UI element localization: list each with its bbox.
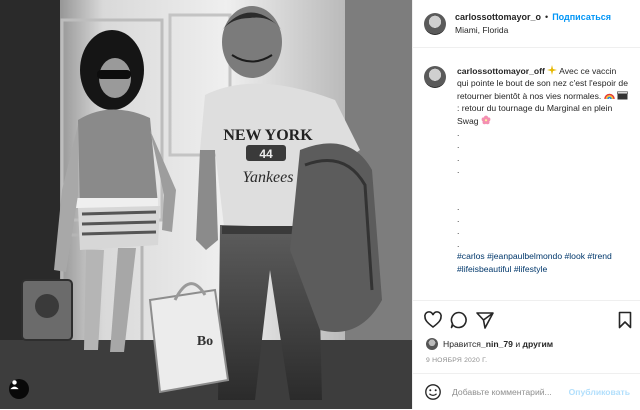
user-tag-icon	[10, 380, 19, 390]
photo-artwork: NEW YORK 44 Yankees Bo	[0, 0, 412, 409]
post-actions: Нравится _nin_79 и другим 9 НОЯБРЯ 2020 …	[413, 300, 640, 409]
sparkle-emoji-icon	[547, 65, 558, 75]
rainbow-emoji-icon	[603, 93, 615, 100]
share-icon[interactable]	[475, 310, 495, 330]
comment-form: Опубликовать	[413, 373, 640, 410]
clapperboard-emoji-icon	[617, 91, 628, 100]
bookmark-icon[interactable]	[615, 310, 635, 330]
cherry-blossom-emoji-icon	[481, 115, 491, 124]
caption-dot: .	[457, 152, 460, 163]
caption-dot: .	[457, 226, 460, 237]
post-comment-button[interactable]: Опубликовать	[569, 387, 630, 397]
comment-input[interactable]	[452, 387, 572, 397]
comment-icon[interactable]	[449, 310, 469, 330]
heart-icon[interactable]	[423, 310, 443, 330]
caption-hashtags[interactable]: #carlos #jeanpaulbelmondo #look #trend #…	[457, 251, 612, 273]
bag-print: Bo	[197, 334, 213, 349]
separator-dot: •	[545, 12, 549, 22]
caption-text: carlossottomayor_off Avec ce vaccin qui …	[457, 65, 630, 299]
liker-username[interactable]: _nin_79	[481, 339, 513, 349]
caption-dot: .	[457, 165, 460, 176]
caption-avatar[interactable]	[424, 66, 446, 88]
shirt-print-line2: Yankees	[243, 169, 294, 186]
post-dialog: NEW YORK 44 Yankees Bo carlossottomayor_…	[0, 0, 640, 409]
caption-dot: .	[457, 140, 460, 151]
action-icons	[423, 310, 635, 330]
comments-area[interactable]: carlossottomayor_off Avec ce vaccin qui …	[413, 49, 640, 299]
likes-prefix: Нравится	[443, 339, 481, 349]
likes-middle: и	[512, 339, 523, 349]
follow-button[interactable]: Подписаться	[552, 12, 611, 22]
shirt-print-number: 44	[259, 147, 273, 161]
shirt-print-line1: NEW YORK	[223, 127, 313, 144]
caption-dot: .	[457, 128, 460, 139]
header-text: carlossottomayor_o • Подписаться Miami, …	[455, 12, 611, 35]
post-date[interactable]: 9 НОЯБРЯ 2020 Г.	[426, 357, 487, 364]
username-link[interactable]: carlossottomayor_o	[455, 12, 541, 22]
likes-others-link[interactable]: другим	[523, 339, 554, 349]
liker-avatar[interactable]	[426, 338, 438, 350]
user-tag-button[interactable]	[9, 379, 29, 399]
avatar[interactable]	[424, 12, 446, 35]
caption-dot: .	[457, 238, 460, 249]
caption-dot: .	[457, 213, 460, 224]
emoji-icon[interactable]	[424, 383, 442, 401]
caption-username[interactable]: carlossottomayor_off	[457, 66, 545, 76]
post-header: carlossottomayor_o • Подписаться Miami, …	[413, 0, 640, 48]
location-link[interactable]: Miami, Florida	[455, 25, 611, 35]
post-photo[interactable]: NEW YORK 44 Yankees Bo	[0, 0, 412, 409]
post-side-panel: carlossottomayor_o • Подписаться Miami, …	[412, 0, 640, 409]
likes-summary: Нравится _nin_79 и другим	[426, 338, 553, 350]
caption-dot: .	[457, 201, 460, 212]
